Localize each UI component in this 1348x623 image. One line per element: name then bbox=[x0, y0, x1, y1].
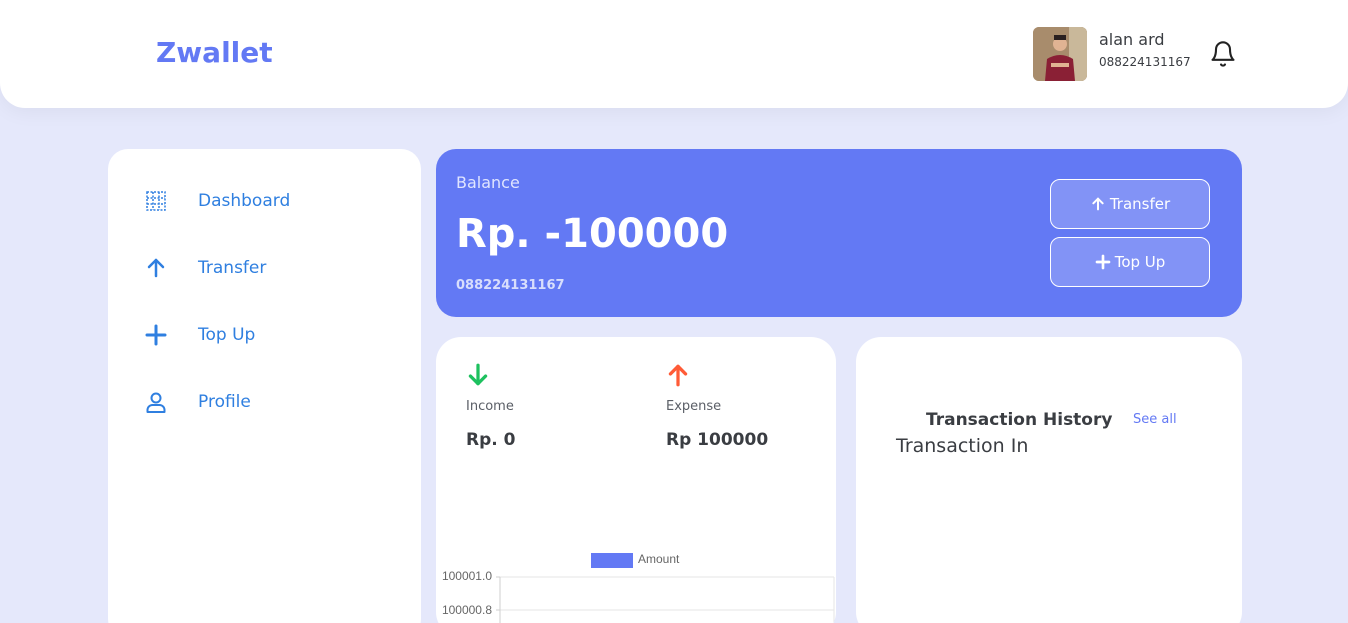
transaction-history-card: Transaction History See all Transaction … bbox=[856, 337, 1242, 623]
balance-label: Balance bbox=[456, 173, 520, 192]
topup-button-label: Top Up bbox=[1114, 253, 1166, 271]
bell-icon[interactable] bbox=[1209, 40, 1237, 68]
amount-chart: 100001.0 100000.8 bbox=[442, 569, 835, 623]
user-name: alan ard bbox=[1099, 30, 1165, 49]
history-title: Transaction History bbox=[926, 410, 1113, 430]
chart-legend-label[interactable]: Amount bbox=[638, 552, 679, 566]
avatar-image bbox=[1033, 27, 1087, 81]
y-tick-label: 100000.8 bbox=[442, 603, 492, 617]
sidebar-item-transfer[interactable]: Transfer bbox=[144, 254, 394, 284]
sidebar-item-label: Dashboard bbox=[198, 191, 291, 211]
user-phone: 088224131167 bbox=[1099, 55, 1191, 69]
y-tick-label: 100001.0 bbox=[442, 569, 492, 583]
user-icon bbox=[144, 390, 168, 414]
avatar[interactable] bbox=[1033, 27, 1087, 81]
transaction-in-heading: Transaction In bbox=[896, 435, 1029, 457]
income-label: Income bbox=[466, 399, 514, 414]
topup-button[interactable]: Top Up bbox=[1050, 237, 1210, 287]
transfer-button-label: Transfer bbox=[1109, 195, 1171, 213]
arrow-up-icon bbox=[1092, 197, 1104, 211]
expense-label: Expense bbox=[666, 399, 722, 414]
plus-icon bbox=[144, 323, 168, 347]
balance-card: Balance Rp. -100000 088224131167 Transfe… bbox=[436, 149, 1242, 317]
stats-card: Income Rp. 0 Expense Rp 100000 Amount 10… bbox=[436, 337, 836, 623]
sidebar: Dashboard Transfer Top Up Profile bbox=[108, 149, 421, 623]
arrow-down-icon bbox=[465, 362, 491, 388]
top-header: Zwallet alan ard 088224131167 bbox=[0, 0, 1348, 108]
sidebar-item-topup[interactable]: Top Up bbox=[144, 321, 394, 351]
grid-icon bbox=[144, 189, 168, 213]
sidebar-item-dashboard[interactable]: Dashboard bbox=[144, 187, 394, 217]
sidebar-item-profile[interactable]: Profile bbox=[144, 388, 394, 418]
plus-icon bbox=[1095, 254, 1111, 270]
chart-legend-swatch bbox=[591, 553, 633, 568]
see-all-link[interactable]: See all bbox=[1133, 412, 1177, 427]
income-value: Rp. 0 bbox=[466, 430, 516, 450]
balance-amount: Rp. -100000 bbox=[456, 211, 729, 257]
sidebar-item-label: Transfer bbox=[198, 258, 267, 278]
expense-value: Rp 100000 bbox=[666, 430, 769, 450]
transfer-button[interactable]: Transfer bbox=[1050, 179, 1210, 229]
balance-phone: 088224131167 bbox=[456, 278, 565, 293]
brand-logo[interactable]: Zwallet bbox=[156, 36, 273, 69]
arrow-up-icon bbox=[665, 362, 691, 388]
sidebar-item-label: Profile bbox=[198, 392, 251, 412]
arrow-up-icon bbox=[144, 256, 168, 280]
sidebar-item-label: Top Up bbox=[198, 325, 256, 345]
